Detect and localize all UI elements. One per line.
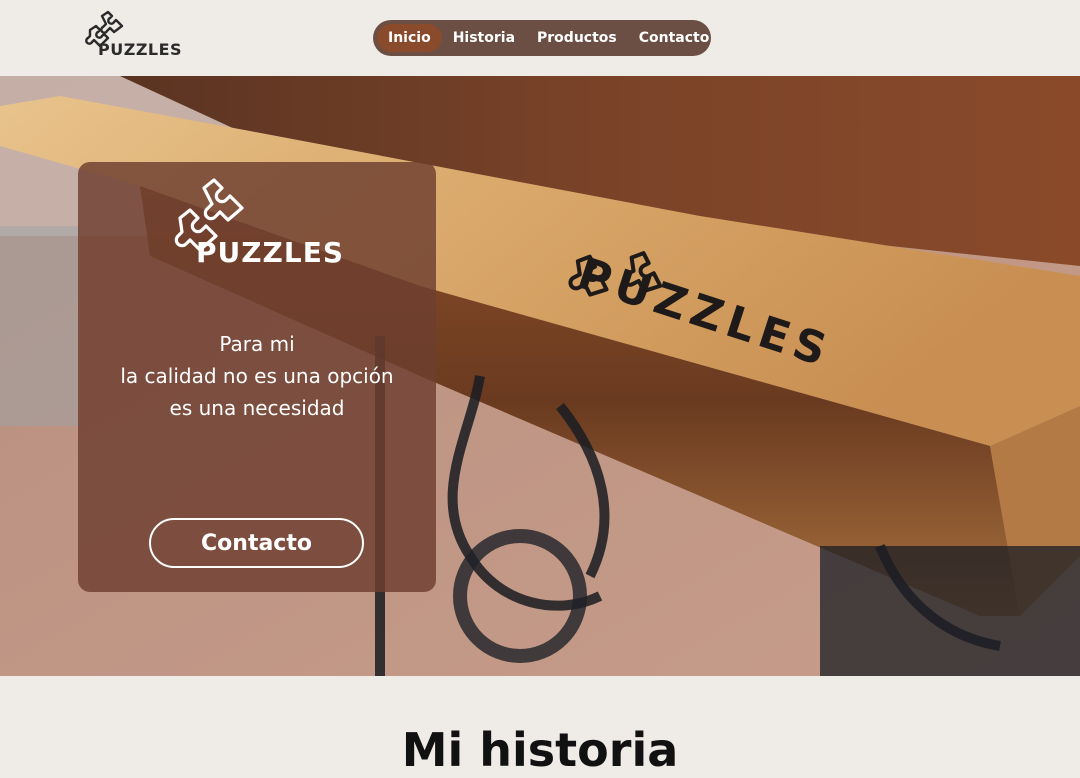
tagline-line-2: la calidad no es una opción (120, 364, 394, 388)
brand-logo[interactable]: PUZZLES (82, 10, 186, 62)
nav-item-contacto[interactable]: Contacto (628, 24, 721, 52)
hero-card: PUZZLES Para mi la calidad no es una opc… (78, 162, 436, 592)
hero-tagline: Para mi la calidad no es una opción es u… (78, 328, 436, 424)
hero-logo: PUZZLES (164, 178, 354, 274)
nav-item-productos[interactable]: Productos (526, 24, 628, 52)
hero-brand-name: PUZZLES (196, 236, 344, 269)
tagline-line-1: Para mi (219, 332, 295, 356)
main-nav: Inicio Historia Productos Contacto (373, 20, 711, 56)
brand-name: PUZZLES (98, 40, 183, 59)
hero-section: PUZZLES PUZZLES Para mi la calidad no es… (0, 76, 1080, 676)
tagline-line-3: es una necesidad (169, 396, 345, 420)
site-header: PUZZLES Inicio Historia Productos Contac… (0, 0, 1080, 76)
nav-item-historia[interactable]: Historia (442, 24, 526, 52)
historia-section-title: Mi historia (401, 723, 679, 777)
nav-item-inicio[interactable]: Inicio (377, 24, 442, 52)
contact-button[interactable]: Contacto (149, 518, 364, 568)
